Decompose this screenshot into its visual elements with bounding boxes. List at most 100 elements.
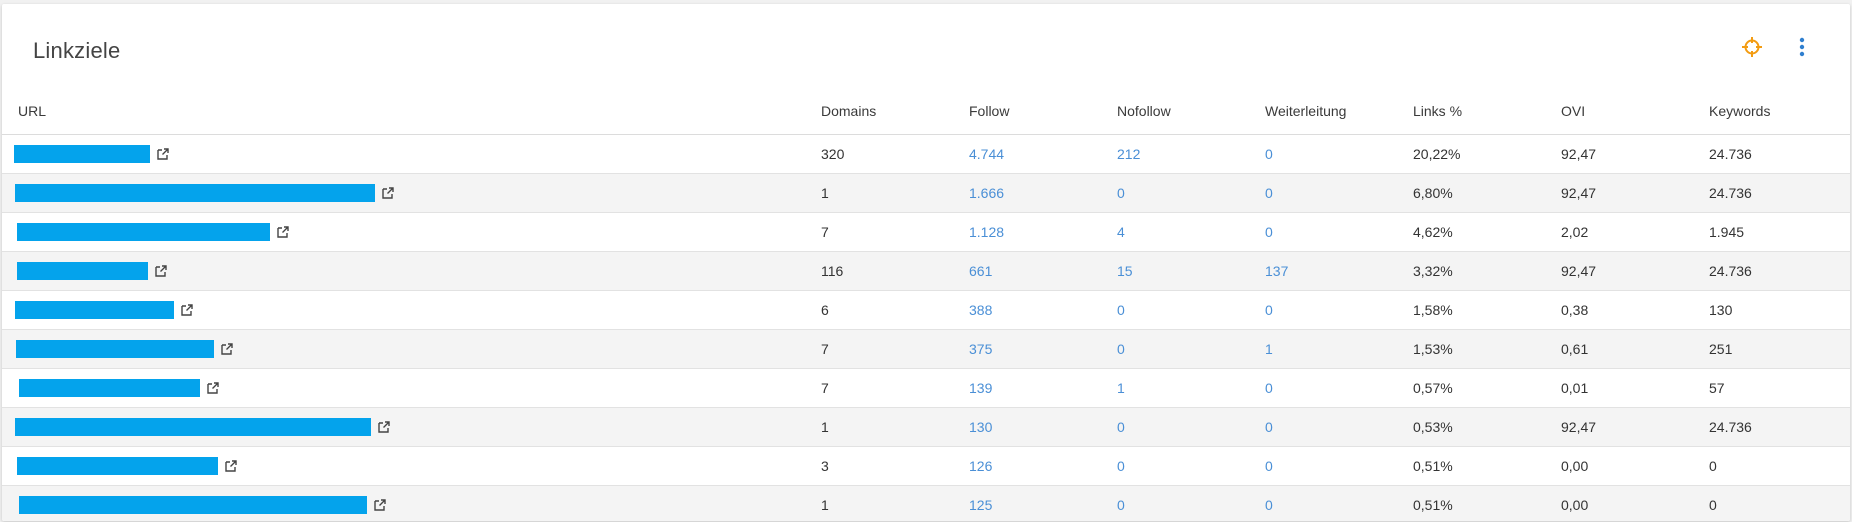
col-header-nofollow[interactable]: Nofollow bbox=[1117, 88, 1265, 135]
table-row: 7 375 0 1 1,53% 0,61 251 bbox=[2, 329, 1850, 369]
domains-cell: 7 bbox=[821, 329, 969, 369]
redacted-url-link[interactable] bbox=[15, 418, 371, 437]
redacted-url-link[interactable] bbox=[14, 145, 150, 164]
follow-cell[interactable]: 126 bbox=[969, 446, 1117, 486]
url-cell bbox=[2, 212, 821, 252]
col-header-url[interactable]: URL bbox=[2, 88, 821, 135]
follow-cell[interactable]: 661 bbox=[969, 251, 1117, 291]
nofollow-cell[interactable]: 0 bbox=[1117, 485, 1265, 521]
redacted-url-link[interactable] bbox=[15, 184, 375, 203]
keywords-cell: 130 bbox=[1709, 290, 1850, 330]
col-header-domains[interactable]: Domains bbox=[821, 88, 969, 135]
external-link-icon[interactable] bbox=[276, 225, 290, 239]
redacted-url-link[interactable] bbox=[19, 379, 200, 398]
card-header: Linkziele bbox=[2, 4, 1850, 88]
redacted-url-link[interactable] bbox=[19, 496, 367, 515]
col-header-links-pct[interactable]: Links % bbox=[1413, 88, 1561, 135]
follow-cell[interactable]: 4.744 bbox=[969, 134, 1117, 174]
col-header-weiterleitung[interactable]: Weiterleitung bbox=[1265, 88, 1413, 135]
keywords-cell: 24.736 bbox=[1709, 173, 1850, 213]
nofollow-cell[interactable]: 0 bbox=[1117, 173, 1265, 213]
external-link-icon[interactable] bbox=[180, 303, 194, 317]
redacted-url-link[interactable] bbox=[17, 262, 148, 281]
weiterleitung-cell[interactable]: 0 bbox=[1265, 212, 1413, 252]
weiterleitung-cell[interactable]: 137 bbox=[1265, 251, 1413, 291]
col-header-follow[interactable]: Follow bbox=[969, 88, 1117, 135]
nofollow-cell[interactable]: 15 bbox=[1117, 251, 1265, 291]
external-link-icon[interactable] bbox=[224, 459, 238, 473]
table-row: 3 126 0 0 0,51% 0,00 0 bbox=[2, 446, 1850, 486]
weiterleitung-cell[interactable]: 0 bbox=[1265, 368, 1413, 408]
external-link-icon[interactable] bbox=[377, 420, 391, 434]
follow-cell[interactable]: 125 bbox=[969, 485, 1117, 521]
weiterleitung-cell[interactable]: 0 bbox=[1265, 290, 1413, 330]
url-cell bbox=[2, 407, 821, 447]
nofollow-cell[interactable]: 0 bbox=[1117, 407, 1265, 447]
table-row: 1 1.666 0 0 6,80% 92,47 24.736 bbox=[2, 173, 1850, 213]
col-header-keywords[interactable]: Keywords bbox=[1709, 88, 1850, 135]
links-pct-cell: 0,57% bbox=[1413, 368, 1561, 408]
external-link-icon[interactable] bbox=[373, 498, 387, 512]
col-header-ovi[interactable]: OVI bbox=[1561, 88, 1709, 135]
redacted-url-link[interactable] bbox=[15, 301, 174, 320]
nofollow-cell[interactable]: 0 bbox=[1117, 329, 1265, 369]
nofollow-cell[interactable]: 1 bbox=[1117, 368, 1265, 408]
links-pct-cell: 1,58% bbox=[1413, 290, 1561, 330]
table-row: 1 125 0 0 0,51% 0,00 0 bbox=[2, 485, 1850, 521]
links-pct-cell: 3,32% bbox=[1413, 251, 1561, 291]
url-cell bbox=[2, 485, 821, 521]
url-cell bbox=[2, 329, 821, 369]
redacted-url-link[interactable] bbox=[17, 457, 218, 476]
external-link-icon[interactable] bbox=[154, 264, 168, 278]
nofollow-cell[interactable]: 0 bbox=[1117, 446, 1265, 486]
links-pct-cell: 4,62% bbox=[1413, 212, 1561, 252]
follow-cell[interactable]: 1.666 bbox=[969, 173, 1117, 213]
crosshair-button[interactable] bbox=[1737, 32, 1767, 62]
nofollow-cell[interactable]: 0 bbox=[1117, 290, 1265, 330]
table-header-row: URL Domains Follow Nofollow Weiterleitun… bbox=[2, 88, 1850, 135]
domains-cell: 1 bbox=[821, 485, 969, 521]
weiterleitung-cell[interactable]: 0 bbox=[1265, 134, 1413, 174]
url-cell bbox=[2, 290, 821, 330]
weiterleitung-cell[interactable]: 1 bbox=[1265, 329, 1413, 369]
follow-cell[interactable]: 375 bbox=[969, 329, 1117, 369]
domains-cell: 116 bbox=[821, 251, 969, 291]
nofollow-cell[interactable]: 212 bbox=[1117, 134, 1265, 174]
weiterleitung-cell[interactable]: 0 bbox=[1265, 173, 1413, 213]
url-cell bbox=[2, 446, 821, 486]
domains-cell: 3 bbox=[821, 446, 969, 486]
weiterleitung-cell[interactable]: 0 bbox=[1265, 446, 1413, 486]
url-cell bbox=[2, 251, 821, 291]
keywords-cell: 0 bbox=[1709, 446, 1850, 486]
follow-cell[interactable]: 139 bbox=[969, 368, 1117, 408]
crosshair-icon bbox=[1742, 37, 1762, 57]
domains-cell: 320 bbox=[821, 134, 969, 174]
keywords-cell: 24.736 bbox=[1709, 134, 1850, 174]
links-pct-cell: 0,51% bbox=[1413, 485, 1561, 521]
ovi-cell: 0,01 bbox=[1561, 368, 1709, 408]
weiterleitung-cell[interactable]: 0 bbox=[1265, 485, 1413, 521]
redacted-url-link[interactable] bbox=[17, 223, 270, 242]
more-options-button[interactable] bbox=[1787, 32, 1817, 62]
redacted-url-link[interactable] bbox=[16, 340, 214, 359]
keywords-cell: 57 bbox=[1709, 368, 1850, 408]
weiterleitung-cell[interactable]: 0 bbox=[1265, 407, 1413, 447]
external-link-icon[interactable] bbox=[156, 147, 170, 161]
external-link-icon[interactable] bbox=[206, 381, 220, 395]
links-pct-cell: 6,80% bbox=[1413, 173, 1561, 213]
table-row: 7 139 1 0 0,57% 0,01 57 bbox=[2, 368, 1850, 408]
domains-cell: 7 bbox=[821, 212, 969, 252]
nofollow-cell[interactable]: 4 bbox=[1117, 212, 1265, 252]
keywords-cell: 251 bbox=[1709, 329, 1850, 369]
links-pct-cell: 0,53% bbox=[1413, 407, 1561, 447]
follow-cell[interactable]: 388 bbox=[969, 290, 1117, 330]
keywords-cell: 1.945 bbox=[1709, 212, 1850, 252]
table-row: 1 130 0 0 0,53% 92,47 24.736 bbox=[2, 407, 1850, 447]
keywords-cell: 24.736 bbox=[1709, 407, 1850, 447]
follow-cell[interactable]: 130 bbox=[969, 407, 1117, 447]
external-link-icon[interactable] bbox=[220, 342, 234, 356]
follow-cell[interactable]: 1.128 bbox=[969, 212, 1117, 252]
external-link-icon[interactable] bbox=[381, 186, 395, 200]
ovi-cell: 0,00 bbox=[1561, 485, 1709, 521]
card-title: Linkziele bbox=[33, 38, 121, 63]
